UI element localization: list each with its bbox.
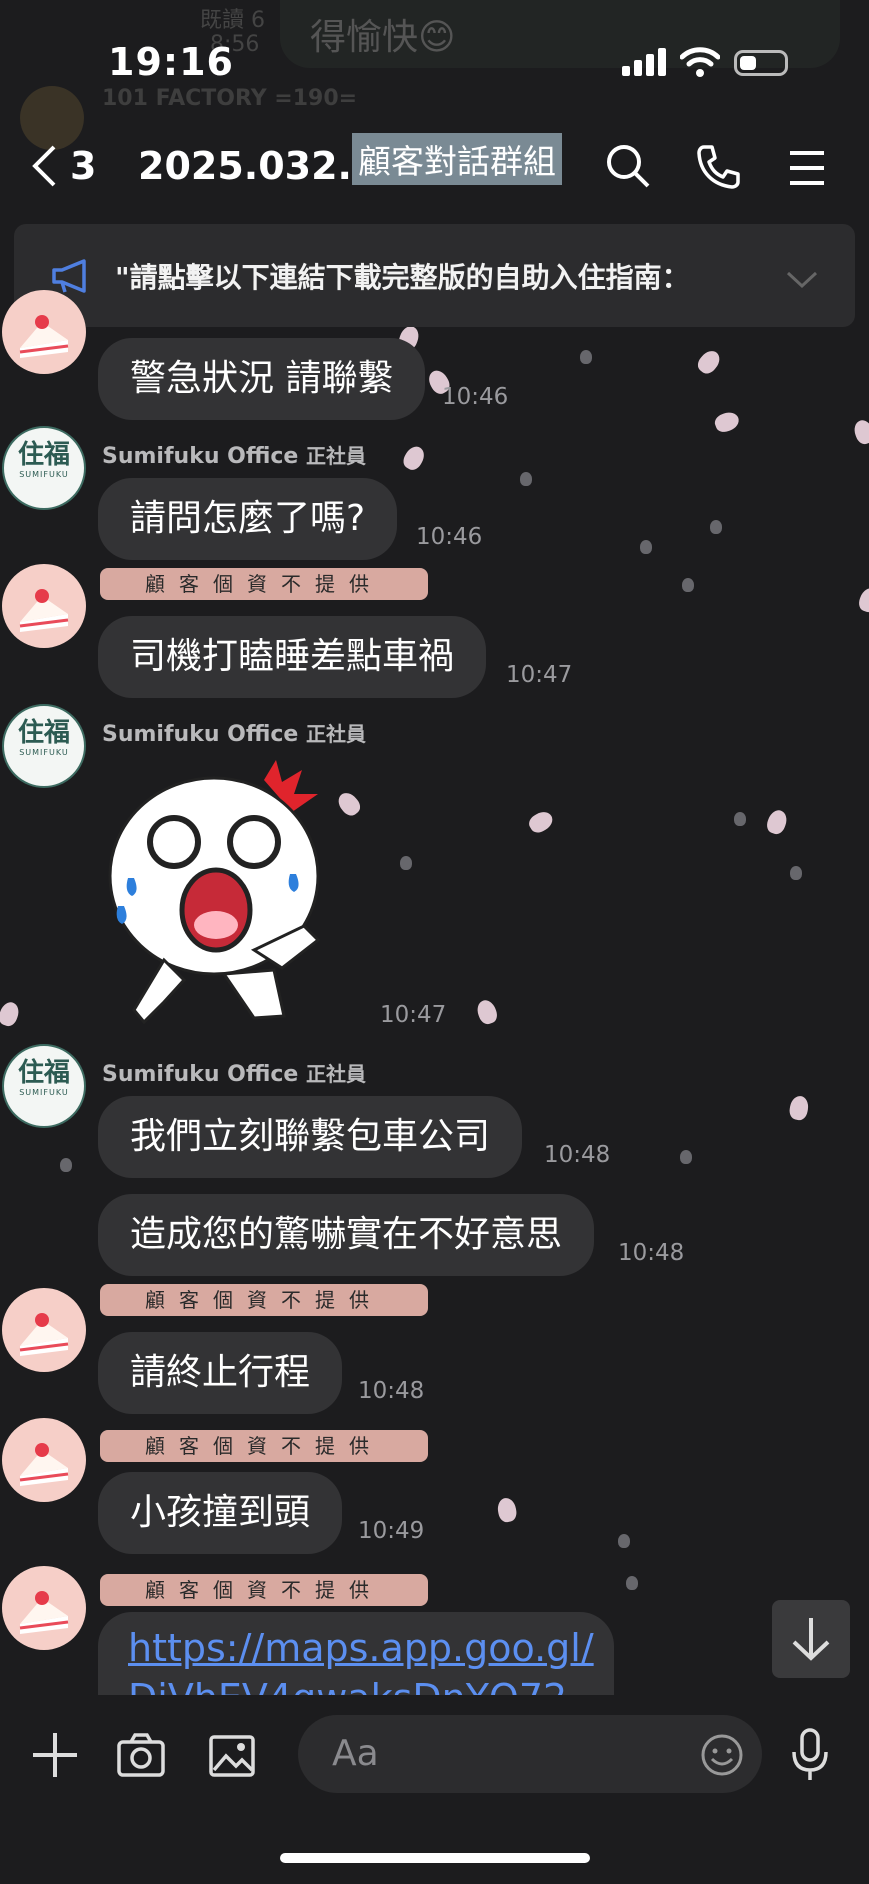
message-time: 10:48 xyxy=(618,1240,685,1266)
ghost-sender: 101 FACTORY =190= xyxy=(102,86,358,111)
avatar[interactable]: 住福 SUMIFUKU xyxy=(2,1044,86,1128)
message-input-placeholder: Aa xyxy=(332,1733,379,1774)
back-button[interactable] xyxy=(30,144,58,192)
emoji-icon xyxy=(701,1734,743,1776)
message-bubble[interactable]: 小孩撞到頭 xyxy=(98,1472,343,1554)
home-indicator xyxy=(280,1853,590,1863)
signal-icon xyxy=(622,48,670,78)
message-time: 10:46 xyxy=(442,384,509,410)
sender-name: Sumifuku Office 正社員 xyxy=(102,444,367,469)
message-bubble[interactable]: 司機打瞌睡差點車禍 xyxy=(98,616,487,698)
sender-name: Sumifuku Office 正社員 xyxy=(102,1062,367,1087)
chevron-down-icon[interactable] xyxy=(786,270,818,294)
ghost-read-count: 既讀 6 xyxy=(200,8,265,33)
search-icon xyxy=(607,145,650,188)
scroll-down-button[interactable] xyxy=(772,1600,850,1678)
battery-icon xyxy=(734,50,788,76)
logo-text: 住福 xyxy=(17,1058,70,1088)
chat-title[interactable]: 2025.032... xyxy=(138,144,381,188)
message-link-continued[interactable]: DjVhEV4qwaksDnYQ72 xyxy=(128,1676,567,1696)
sender-tag: 顧客個資不提供 xyxy=(100,568,428,600)
logo-subtext: SUMIFUKU xyxy=(19,470,69,479)
avatar[interactable] xyxy=(2,1288,86,1372)
message-time: 10:46 xyxy=(416,524,483,550)
sticker-image[interactable] xyxy=(104,760,364,1040)
status-time: 19:16 xyxy=(108,40,234,84)
avatar[interactable] xyxy=(2,564,86,648)
microphone-button[interactable] xyxy=(790,1728,830,1786)
image-icon xyxy=(209,1735,255,1777)
message-time: 10:47 xyxy=(506,662,573,688)
scroll-down-icon xyxy=(792,1618,830,1661)
message-time: 10:48 xyxy=(358,1378,425,1404)
message-bubble[interactable]: 請終止行程 xyxy=(98,1332,343,1414)
avatar[interactable]: 住福 SUMIFUKU xyxy=(2,704,86,788)
sender-tag: 顧客個資不提供 xyxy=(100,1284,428,1316)
pinned-text: "請點擊以下連結下載完整版的自助入住指南： xyxy=(115,261,690,294)
message-input[interactable]: Aa xyxy=(298,1715,762,1793)
group-badge: 顧客對話群組 xyxy=(352,133,562,185)
avatar[interactable]: 住福 SUMIFUKU xyxy=(2,426,86,510)
link-bubble[interactable]: https://maps.app.goo.gl/ DjVhEV4qwaksDnY… xyxy=(98,1612,614,1696)
avatar[interactable] xyxy=(2,290,86,374)
logo-text: 住福 xyxy=(17,440,70,470)
message-bubble[interactable]: 請問怎麼了嗎? xyxy=(98,478,398,560)
message-time: 10:48 xyxy=(544,1142,611,1168)
plus-button[interactable] xyxy=(30,1730,80,1784)
plus-icon xyxy=(33,1733,77,1777)
menu-icon xyxy=(790,151,824,185)
camera-icon xyxy=(117,1733,165,1777)
message-bubble[interactable]: 造成您的驚嚇實在不好意思 xyxy=(98,1194,595,1276)
logo-subtext: SUMIFUKU xyxy=(19,1088,69,1097)
ghost-text-top: 得愉快😊 xyxy=(310,17,456,58)
avatar[interactable] xyxy=(2,1566,86,1650)
emoji-button[interactable] xyxy=(700,1733,744,1781)
call-button[interactable] xyxy=(696,144,740,194)
logo-subtext: SUMIFUKU xyxy=(19,748,69,757)
sender-tag: 顧客個資不提供 xyxy=(100,1430,428,1462)
sender-name: Sumifuku Office 正社員 xyxy=(102,722,367,747)
wifi-icon xyxy=(679,46,721,82)
logo-text: 住福 xyxy=(17,718,70,748)
phone-icon xyxy=(697,145,740,189)
message-time: 10:49 xyxy=(358,1518,425,1544)
search-button[interactable] xyxy=(604,142,652,194)
message-bubble[interactable]: 警急狀況 請聯繫 xyxy=(98,338,426,420)
camera-button[interactable] xyxy=(116,1732,166,1782)
back-count[interactable]: 3 xyxy=(70,144,96,188)
message-bubble[interactable]: 我們立刻聯繫包車公司 xyxy=(98,1096,523,1178)
sender-tag: 顧客個資不提供 xyxy=(100,1574,428,1606)
image-button[interactable] xyxy=(208,1734,256,1782)
message-time: 10:47 xyxy=(380,1002,447,1028)
avatar[interactable] xyxy=(2,1418,86,1502)
menu-button[interactable] xyxy=(788,150,826,190)
message-link[interactable]: https://maps.app.goo.gl/ xyxy=(128,1626,594,1670)
back-chevron-icon xyxy=(32,145,56,187)
microphone-icon xyxy=(792,1728,828,1780)
ghost-avatar xyxy=(20,86,84,150)
